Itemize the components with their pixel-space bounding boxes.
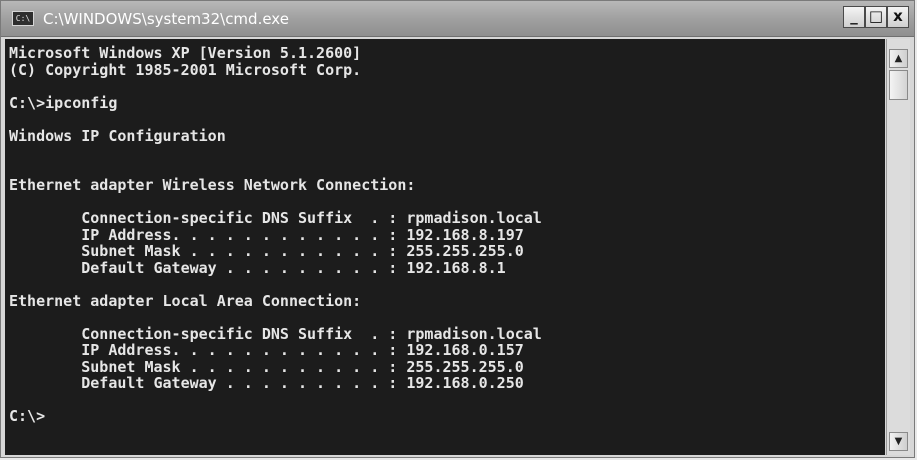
console-line: Subnet Mask . . . . . . . . . . . : 255.…	[9, 242, 524, 260]
minimize-button[interactable]: _	[843, 6, 865, 28]
console-output-area[interactable]: Microsoft Windows XP [Version 5.1.2600] …	[5, 39, 885, 455]
console-line: Default Gateway . . . . . . . . . : 192.…	[9, 374, 524, 392]
console-line: (C) Copyright 1985-2001 Microsoft Corp.	[9, 60, 362, 79]
console-line: Connection-specific DNS Suffix . : rpmad…	[9, 324, 542, 343]
console-line: IP Address. . . . . . . . . . . . : 192.…	[9, 341, 524, 359]
console-line: Ethernet adapter Local Area Connection:	[9, 291, 362, 310]
vertical-scrollbar[interactable]: ▲ ▼	[886, 39, 910, 455]
console-line: Default Gateway . . . . . . . . . : 192.…	[9, 258, 506, 277]
scroll-down-arrow-icon[interactable]: ▼	[889, 432, 908, 451]
console-text: Microsoft Windows XP [Version 5.1.2600] …	[5, 39, 885, 425]
console-line: C:\>ipconfig	[9, 93, 118, 112]
console-line: Subnet Mask . . . . . . . . . . . : 255.…	[9, 357, 524, 376]
console-line: Ethernet adapter Wireless Network Connec…	[9, 176, 416, 194]
title-bar[interactable]: C:\ C:\WINDOWS\system32\cmd.exe _ □ x	[1, 1, 914, 37]
console-line: Connection-specific DNS Suffix . : rpmad…	[9, 209, 542, 227]
window-title: C:\WINDOWS\system32\cmd.exe	[43, 10, 289, 28]
console-line: IP Address. . . . . . . . . . . . : 192.…	[9, 225, 524, 244]
console-line: Windows IP Configuration	[9, 126, 226, 145]
maximize-button[interactable]: □	[865, 6, 887, 28]
cmd-window: C:\ C:\WINDOWS\system32\cmd.exe _ □ x Mi…	[0, 0, 915, 458]
close-button[interactable]: x	[887, 6, 909, 28]
scrollbar-thumb[interactable]	[889, 70, 908, 100]
console-line: Microsoft Windows XP [Version 5.1.2600]	[9, 44, 362, 62]
scroll-up-arrow-icon[interactable]: ▲	[889, 49, 908, 68]
cmd-app-icon[interactable]: C:\	[12, 11, 34, 26]
console-line: C:\>	[9, 407, 46, 425]
